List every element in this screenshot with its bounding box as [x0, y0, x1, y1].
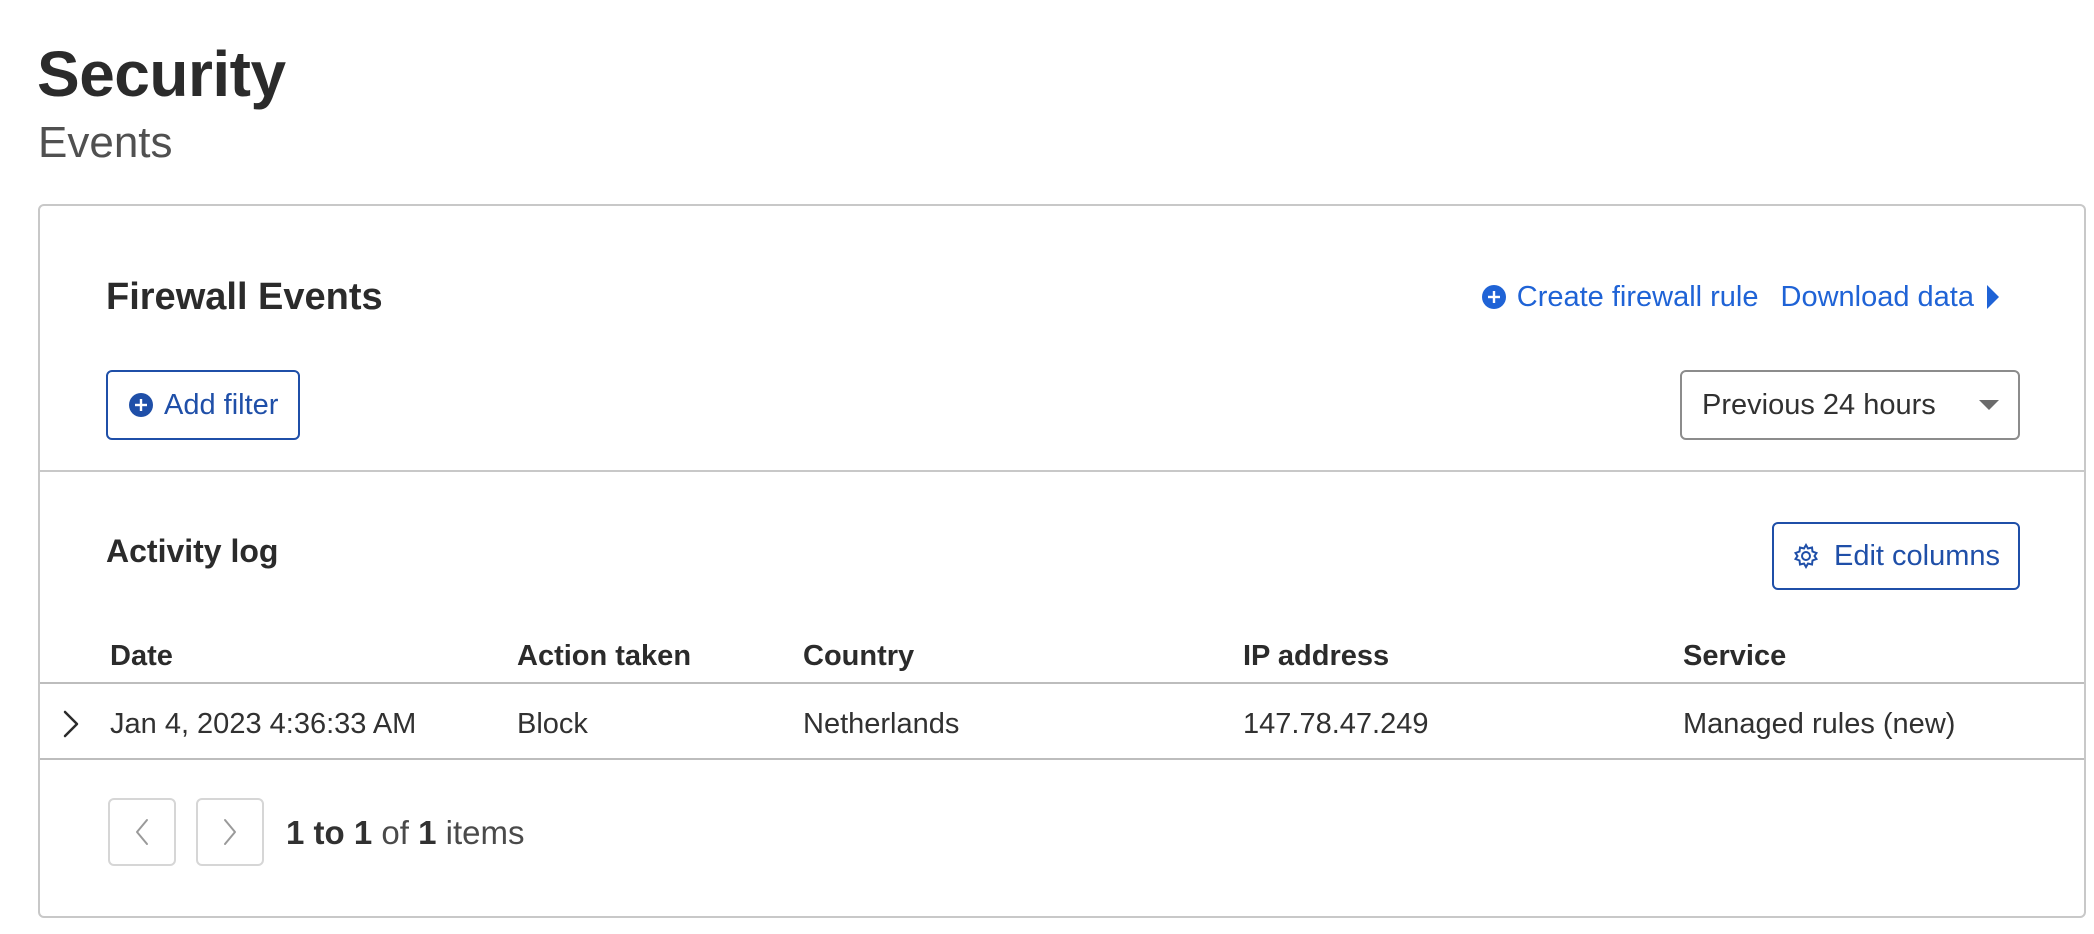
pagination-next-button[interactable] [196, 798, 264, 866]
security-events-page: Security Events Firewall Events Create f… [0, 0, 2094, 934]
add-filter-button[interactable]: Add filter [106, 370, 301, 440]
time-range-select[interactable]: Previous 24 hours [1680, 370, 2020, 440]
chevron-right-icon[interactable] [50, 704, 90, 744]
pagination-total: 1 [418, 814, 437, 851]
cell-service: Managed rules (new) [1683, 708, 1956, 740]
pagination-items: items [445, 814, 525, 851]
create-firewall-rule-link[interactable]: Create firewall rule [1481, 277, 1759, 317]
section-divider [40, 470, 2084, 472]
time-range-value: Previous 24 hours [1702, 388, 1936, 421]
cell-action: Block [517, 708, 588, 740]
activity-log-title: Activity log [106, 533, 279, 569]
firewall-events-card: Firewall Events Create firewall rule Dow… [38, 204, 2086, 918]
table-header-divider [40, 682, 2084, 684]
table-row-divider [40, 758, 2084, 760]
plus-circle-icon [128, 392, 154, 418]
cell-country: Netherlands [803, 708, 960, 740]
caret-right-icon [1984, 283, 2002, 311]
column-header-ip[interactable]: IP address [1243, 636, 1389, 676]
pagination-prev-button[interactable] [108, 798, 176, 866]
caret-down-icon [1978, 398, 2000, 412]
pagination-of: of [381, 814, 409, 851]
pagination-range: 1 to 1 [286, 814, 373, 851]
download-data-link[interactable]: Download data [1781, 277, 2002, 317]
cell-ip: 147.78.47.249 [1243, 708, 1429, 740]
create-firewall-rule-label: Create firewall rule [1516, 281, 1759, 313]
column-header-service[interactable]: Service [1683, 636, 1786, 676]
page-subtitle: Events [38, 118, 173, 167]
plus-circle-icon [1481, 284, 1507, 310]
chevron-left-icon [130, 815, 154, 849]
download-data-label: Download data [1780, 281, 1974, 313]
card-title: Firewall Events [106, 276, 383, 318]
header-actions: Create firewall rule Download data [1481, 274, 2002, 320]
pagination-summary: 1 to 1 of 1 items [286, 812, 524, 854]
cell-date: Jan 4, 2023 4:36:33 AM [110, 708, 417, 740]
add-filter-label: Add filter [164, 388, 279, 421]
page-title: Security [37, 38, 286, 110]
gear-icon [1792, 542, 1820, 570]
column-header-country[interactable]: Country [803, 636, 914, 676]
edit-columns-button[interactable]: Edit columns [1771, 522, 2020, 590]
edit-columns-label: Edit columns [1833, 539, 2000, 572]
chevron-right-icon [218, 815, 242, 849]
column-header-date[interactable]: Date [110, 636, 173, 676]
column-header-action[interactable]: Action taken [517, 636, 691, 676]
